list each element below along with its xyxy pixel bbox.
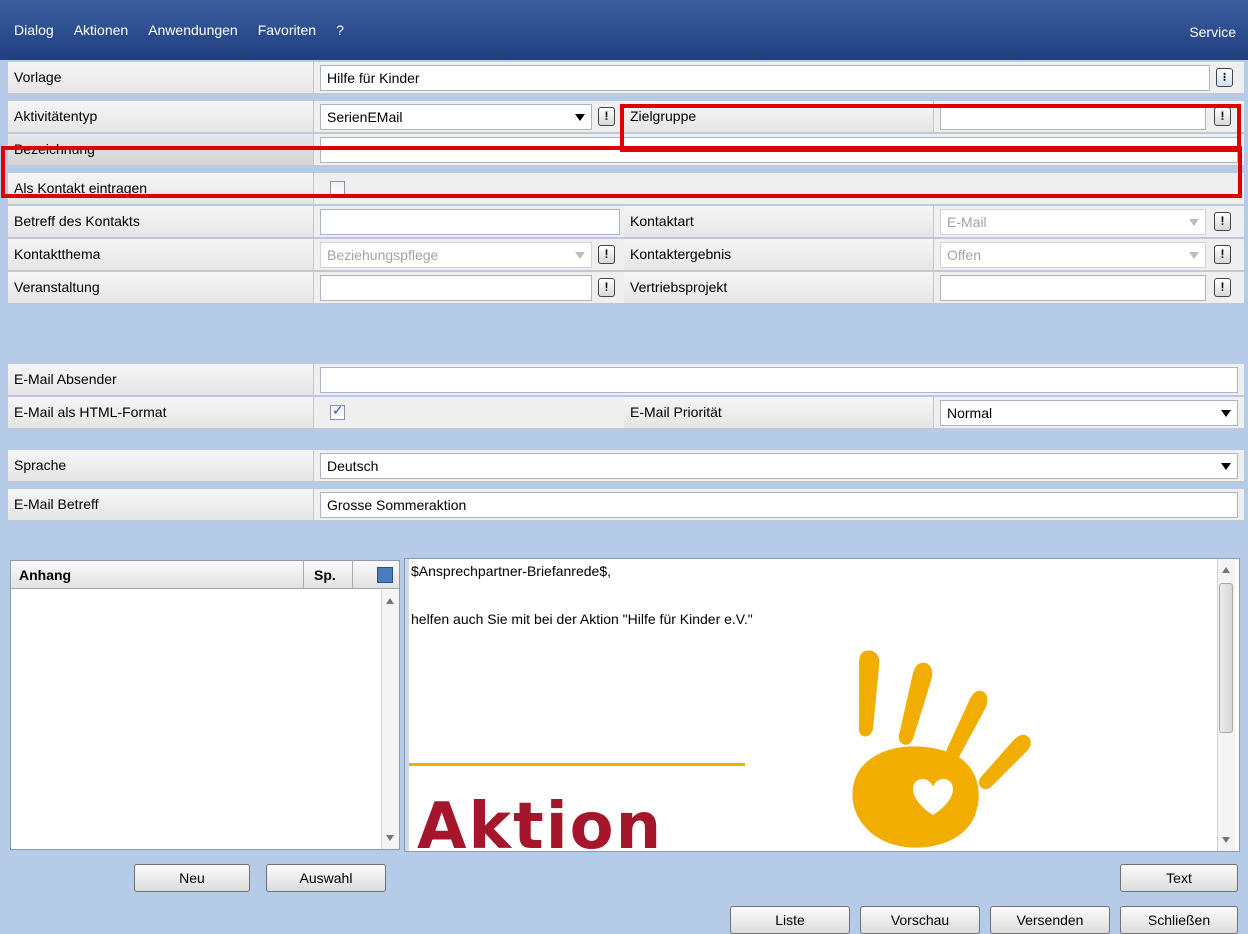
auswahl-button[interactable]: Auswahl — [266, 864, 386, 892]
vorschau-button[interactable]: Vorschau — [860, 906, 980, 934]
required-icon[interactable]: ! — [1214, 212, 1231, 231]
row-bezeichnung: Bezeichnung — [8, 134, 1244, 166]
bezeichnung-input[interactable] — [320, 137, 1238, 163]
vorlage-input[interactable]: Hilfe für Kinder — [320, 65, 1210, 91]
vorlage-label: Vorlage — [8, 62, 314, 93]
row-html-format: E-Mail als HTML-Format E-Mail Priorität … — [8, 397, 1244, 429]
scroll-down-icon[interactable] — [386, 835, 394, 841]
kontaktart-label: Kontaktart — [624, 206, 934, 237]
menu-items: Dialog Aktionen Anwendungen Favoriten ? — [14, 22, 344, 38]
chevron-down-icon — [1189, 252, 1199, 259]
template-picker-icon[interactable]: ⁝ — [1216, 68, 1233, 87]
bezeichnung-label: Bezeichnung — [8, 134, 314, 165]
schliessen-button[interactable]: Schließen — [1120, 906, 1238, 934]
betreff-kontakt-label: Betreff des Kontakts — [8, 206, 314, 237]
logo-text: Aktion — [417, 790, 664, 852]
menu-aktionen[interactable]: Aktionen — [74, 22, 128, 38]
email-body-editor[interactable]: $Ansprechpartner-Briefanrede$, helfen au… — [404, 558, 1240, 852]
versenden-button[interactable]: Versenden — [990, 906, 1110, 934]
required-icon[interactable]: ! — [1214, 245, 1231, 264]
scroll-down-icon[interactable] — [1222, 837, 1230, 843]
chevron-down-icon — [575, 114, 585, 121]
row-betreff-kontakt: Betreff des Kontakts Kontaktart E-Mail ! — [8, 206, 1244, 238]
als-kontakt-label: Als Kontakt eintragen — [8, 173, 314, 204]
sprache-label: Sprache — [8, 450, 314, 481]
scroll-up-icon[interactable] — [1222, 567, 1230, 573]
menu-dialog[interactable]: Dialog — [14, 22, 54, 38]
chevron-down-icon — [1221, 463, 1231, 470]
menu-favoriten[interactable]: Favoriten — [258, 22, 316, 38]
chevron-down-icon — [575, 252, 585, 259]
vertriebsprojekt-input[interactable] — [940, 275, 1206, 301]
prioritaet-label: E-Mail Priorität — [624, 397, 934, 428]
menu-service[interactable]: Service — [1189, 24, 1236, 40]
menu-help[interactable]: ? — [336, 22, 344, 38]
zielgruppe-input[interactable] — [940, 104, 1206, 130]
menu-anwendungen[interactable]: Anwendungen — [148, 22, 238, 38]
editor-line-salutation: $Ansprechpartner-Briefanrede$, — [411, 563, 612, 579]
neu-button[interactable]: Neu — [134, 864, 250, 892]
veranstaltung-input[interactable] — [320, 275, 592, 301]
chevron-down-icon — [1189, 219, 1199, 226]
html-format-checkbox[interactable] — [330, 403, 345, 420]
required-icon[interactable]: ! — [1214, 107, 1231, 126]
email-betreff-label: E-Mail Betreff — [8, 489, 314, 520]
kontaktthema-select[interactable]: Beziehungspflege — [320, 242, 592, 268]
row-sprache: Sprache Deutsch — [8, 450, 1244, 482]
row-email-absender: E-Mail Absender — [8, 364, 1244, 396]
sprache-select[interactable]: Deutsch — [320, 453, 1238, 479]
prioritaet-select[interactable]: Normal — [940, 400, 1238, 426]
veranstaltung-label: Veranstaltung — [8, 272, 314, 303]
column-sp[interactable]: Sp. — [303, 561, 353, 589]
row-als-kontakt: Als Kontakt eintragen — [8, 173, 1244, 205]
kontaktergebnis-label: Kontaktergebnis — [624, 239, 934, 270]
betreff-kontakt-input[interactable] — [320, 209, 620, 235]
vertriebsprojekt-label: Vertriebsprojekt — [624, 272, 934, 303]
row-vorlage: Vorlage Hilfe für Kinder ⁝ — [8, 62, 1244, 94]
als-kontakt-checkbox[interactable] — [330, 181, 345, 196]
liste-button[interactable]: Liste — [730, 906, 850, 934]
text-button[interactable]: Text — [1120, 864, 1238, 892]
row-kontaktthema: Kontaktthema Beziehungspflege ! Kontakte… — [8, 239, 1244, 271]
kontaktergebnis-select[interactable]: Offen — [940, 242, 1206, 268]
kontaktart-select[interactable]: E-Mail — [940, 209, 1206, 235]
scroll-up-icon[interactable] — [386, 598, 394, 604]
logo-divider — [409, 763, 745, 766]
required-icon[interactable]: ! — [598, 278, 615, 297]
chevron-down-icon — [1221, 410, 1231, 417]
editor-line-body: helfen auch Sie mit bei der Aktion "Hilf… — [411, 611, 753, 627]
required-icon[interactable]: ! — [598, 245, 615, 264]
aktivitaetentyp-label: Aktivitätentyp — [8, 101, 314, 132]
required-icon[interactable]: ! — [1214, 278, 1231, 297]
add-attachment-icon[interactable] — [377, 567, 393, 583]
editor-scroll-thumb[interactable] — [1219, 583, 1233, 733]
hand-logo-icon — [852, 650, 1031, 848]
attachment-list-header: Anhang Sp. — [11, 561, 399, 589]
email-absender-input[interactable] — [320, 367, 1238, 393]
aktivitaetentyp-select[interactable]: SerienEMail — [320, 104, 592, 130]
required-icon[interactable]: ! — [598, 107, 615, 126]
row-aktivitaetentyp: Aktivitätentyp SerienEMail ! Zielgruppe … — [8, 101, 1244, 133]
row-veranstaltung: Veranstaltung ! Vertriebsprojekt ! — [8, 272, 1244, 304]
html-format-label: E-Mail als HTML-Format — [8, 397, 314, 428]
row-email-betreff: E-Mail Betreff Grosse Sommeraktion — [8, 489, 1244, 521]
column-anhang[interactable]: Anhang — [19, 567, 71, 583]
kontaktthema-label: Kontaktthema — [8, 239, 314, 270]
zielgruppe-label: Zielgruppe — [624, 101, 934, 132]
email-absender-label: E-Mail Absender — [8, 364, 314, 395]
menu-bar: Dialog Aktionen Anwendungen Favoriten ? … — [0, 0, 1248, 60]
attachment-scrollbar[interactable] — [381, 590, 399, 849]
attachment-list[interactable]: Anhang Sp. — [10, 560, 400, 850]
email-betreff-input[interactable]: Grosse Sommeraktion — [320, 492, 1238, 518]
